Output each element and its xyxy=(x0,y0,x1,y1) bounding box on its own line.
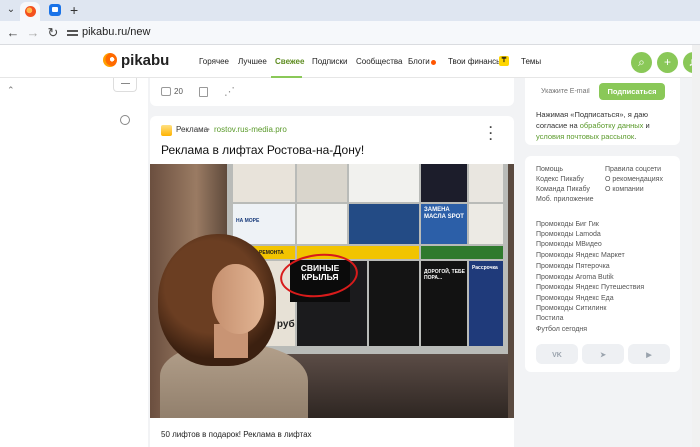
consent-text: Нажимая «Подписаться», я даю согласие на… xyxy=(536,109,676,142)
link-promo[interactable]: Промокоды Яндекс Маркет xyxy=(536,252,625,259)
ad-post-card: Реклама • rostov.rus-media.pro · · · Рекла… xyxy=(150,116,514,447)
telegram-button[interactable]: ➤ xyxy=(582,344,624,364)
ad-panel xyxy=(349,164,419,202)
ad-panel xyxy=(469,204,503,244)
blogs-notification-dot xyxy=(431,60,436,65)
post-image[interactable]: НА МОРЕ ЗАМЕНА МАСЛА SPOT СЛУЖБА РЕМОНТА… xyxy=(150,164,514,418)
comments-icon[interactable] xyxy=(161,87,171,96)
reload-icon[interactable]: ↻ xyxy=(45,25,61,41)
finance-badge-icon: ₸ xyxy=(499,56,509,66)
page-scrollbar[interactable] xyxy=(692,45,700,447)
link-promo[interactable]: Промокоды Aroma Butik xyxy=(536,274,614,281)
pikabu-favicon-icon xyxy=(25,6,36,17)
ad-panel: ЗАМЕНА МАСЛА SPOT xyxy=(421,204,467,244)
ad-panel: ДОРОГОЙ, ТЕБЕ ПОРА... xyxy=(421,261,467,346)
pikabu-logo-icon[interactable] xyxy=(103,53,117,67)
nav-blogs[interactable]: Блоги xyxy=(408,57,430,66)
browser-tab-second-icon[interactable] xyxy=(49,4,61,16)
ad-panel xyxy=(469,164,503,202)
vk-icon: VK xyxy=(552,352,562,359)
nav-fresh[interactable]: Свежее xyxy=(275,57,304,66)
link-promo[interactable]: Промокоды Биг Гик xyxy=(536,221,599,228)
woman-face xyxy=(212,264,264,334)
nav-topics[interactable]: Темы xyxy=(521,57,541,66)
ad-panel-text: ДОРОГОЙ, ТЕБЕ ПОРА... xyxy=(424,269,465,281)
previous-post-footer: 20 ⋰ xyxy=(150,78,514,106)
ad-panel xyxy=(421,246,503,259)
nav-hot[interactable]: Горячее xyxy=(199,57,229,66)
ad-panel: Рассрочка xyxy=(469,261,503,346)
ad-panel: НА МОРЕ xyxy=(233,204,295,244)
new-tab-button[interactable]: + xyxy=(70,2,78,18)
ad-separator-dot: • xyxy=(207,125,210,134)
ad-panel-text: НА МОРЕ xyxy=(236,218,260,224)
vk-button[interactable]: VK xyxy=(536,344,578,364)
link-football[interactable]: Футбол сегодня xyxy=(536,326,587,333)
ad-label: Реклама xyxy=(176,125,209,134)
comments-count[interactable]: 20 xyxy=(174,87,183,96)
save-icon[interactable] xyxy=(199,87,208,97)
address-bar[interactable]: pikabu.ru/new xyxy=(82,26,151,38)
consent-suffix: . xyxy=(634,132,637,141)
post-title[interactable]: Реклама в лифтах Ростова-на-Дону! xyxy=(161,143,364,157)
link-postila[interactable]: Постила xyxy=(536,315,564,322)
ad-panel xyxy=(369,261,419,346)
link-team[interactable]: Команда Пикабу xyxy=(536,186,590,193)
elevator-wall-right xyxy=(508,164,514,418)
site-logo-text[interactable]: pikabu xyxy=(121,52,169,69)
link-mobile-app[interactable]: Моб. приложение xyxy=(536,196,594,203)
search-icon[interactable]: ⌕ xyxy=(631,52,652,73)
browser-toolbar: ← → ↻ pikabu.ru/new xyxy=(0,21,700,45)
subscribe-button[interactable]: Подписаться xyxy=(599,83,665,100)
consent-mid: и xyxy=(643,121,650,130)
back-arrow-icon[interactable]: ← xyxy=(5,25,21,41)
telegram-icon: ➤ xyxy=(600,352,606,359)
add-post-icon[interactable]: + xyxy=(657,52,678,73)
link-help[interactable]: Помощь xyxy=(536,166,563,173)
youtube-button[interactable]: ▶ xyxy=(628,344,670,364)
tab-search-chevron-icon[interactable]: ⌄ xyxy=(5,4,17,16)
link-rules[interactable]: Правила соцсети xyxy=(605,166,661,173)
link-promo[interactable]: Промокоды Яндекс Еда xyxy=(536,295,614,302)
link-promo[interactable]: Промокоды Яндекс Путешествия xyxy=(536,284,644,291)
sidebar-collapse-button[interactable] xyxy=(113,78,137,92)
left-sidebar: ⌃ xyxy=(0,78,148,447)
nav-communities[interactable]: Сообщества xyxy=(356,57,402,66)
ad-megaphone-icon xyxy=(161,125,172,136)
footer-links-card: Помощь Кодекс Пикабу Команда Пикабу Моб.… xyxy=(525,156,680,372)
link-promo[interactable]: Промокоды Lamoda xyxy=(536,231,601,238)
share-icon[interactable]: ⋰ xyxy=(224,85,235,98)
nav-finance[interactable]: Твои финансы xyxy=(448,57,502,66)
collapse-up-chevron-icon[interactable]: ⌃ xyxy=(7,85,15,96)
data-processing-link[interactable]: обработку данных xyxy=(580,121,644,130)
ad-panel xyxy=(349,204,419,244)
site-header: pikabu Горячее Лучшее Свежее Подписки Со… xyxy=(0,45,700,78)
ad-source-link[interactable]: rostov.rus-media.pro xyxy=(214,125,287,134)
link-code[interactable]: Кодекс Пикабу xyxy=(536,176,584,183)
browser-tabstrip: ⌄ + xyxy=(0,0,700,21)
history-clock-icon[interactable] xyxy=(120,115,130,125)
browser-tab-pikabu[interactable] xyxy=(20,2,40,21)
link-recommendations[interactable]: О рекомендациях xyxy=(605,176,663,183)
link-about[interactable]: О компании xyxy=(605,186,644,193)
link-promo[interactable]: Промокоды Ситилинк xyxy=(536,305,606,312)
mailing-terms-link[interactable]: условия почтовых рассылок xyxy=(536,132,634,141)
nav-subscriptions[interactable]: Подписки xyxy=(312,57,347,66)
post-caption: 50 лифтов в подарок! Реклама в лифтах xyxy=(161,430,312,439)
ad-panel xyxy=(421,164,467,202)
ad-panel xyxy=(233,164,295,202)
youtube-icon: ▶ xyxy=(646,352,652,359)
ad-panel-text: Рассрочка xyxy=(472,265,498,271)
ad-panel xyxy=(297,204,347,244)
ad-panel-text: ЗАМЕНА МАСЛА SPOT xyxy=(424,207,464,220)
nav-best[interactable]: Лучшее xyxy=(238,57,267,66)
link-promo[interactable]: Промокоды МВидео xyxy=(536,241,602,248)
site-info-icon[interactable] xyxy=(67,27,78,38)
post-more-menu-icon[interactable]: · · · xyxy=(489,121,493,145)
subscribe-card: Подписаться Нажимая «Подписаться», я даю… xyxy=(525,78,680,145)
link-promo[interactable]: Промокоды Пятерочка xyxy=(536,263,610,270)
forward-arrow-icon[interactable]: → xyxy=(25,25,41,41)
ad-panel xyxy=(297,164,347,202)
email-field[interactable] xyxy=(536,82,596,100)
